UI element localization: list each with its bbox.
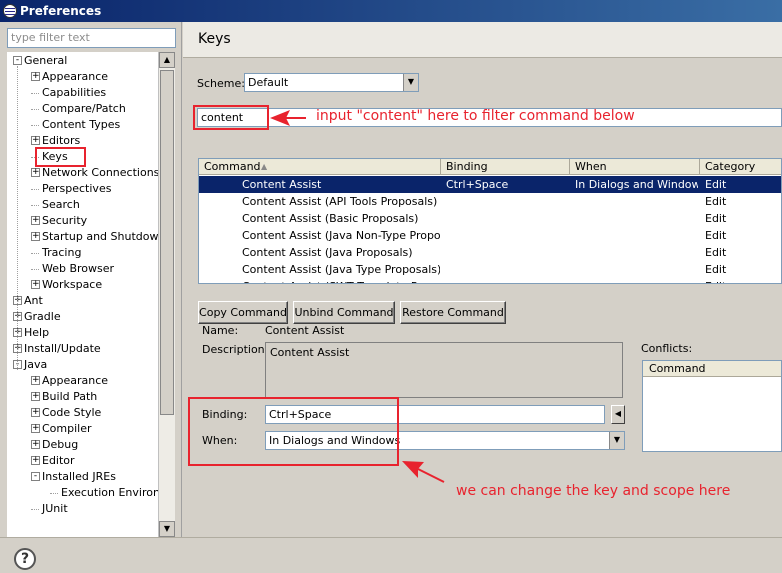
- filter-annotation: input "content" here to filter command b…: [316, 108, 635, 124]
- binding-annotation: we can change the key and scope here: [456, 483, 731, 499]
- arrow-icon: [402, 461, 445, 483]
- arrow-icon: [270, 110, 306, 126]
- help-icon[interactable]: ?: [14, 548, 36, 570]
- dialog-footer: ?: [0, 537, 782, 573]
